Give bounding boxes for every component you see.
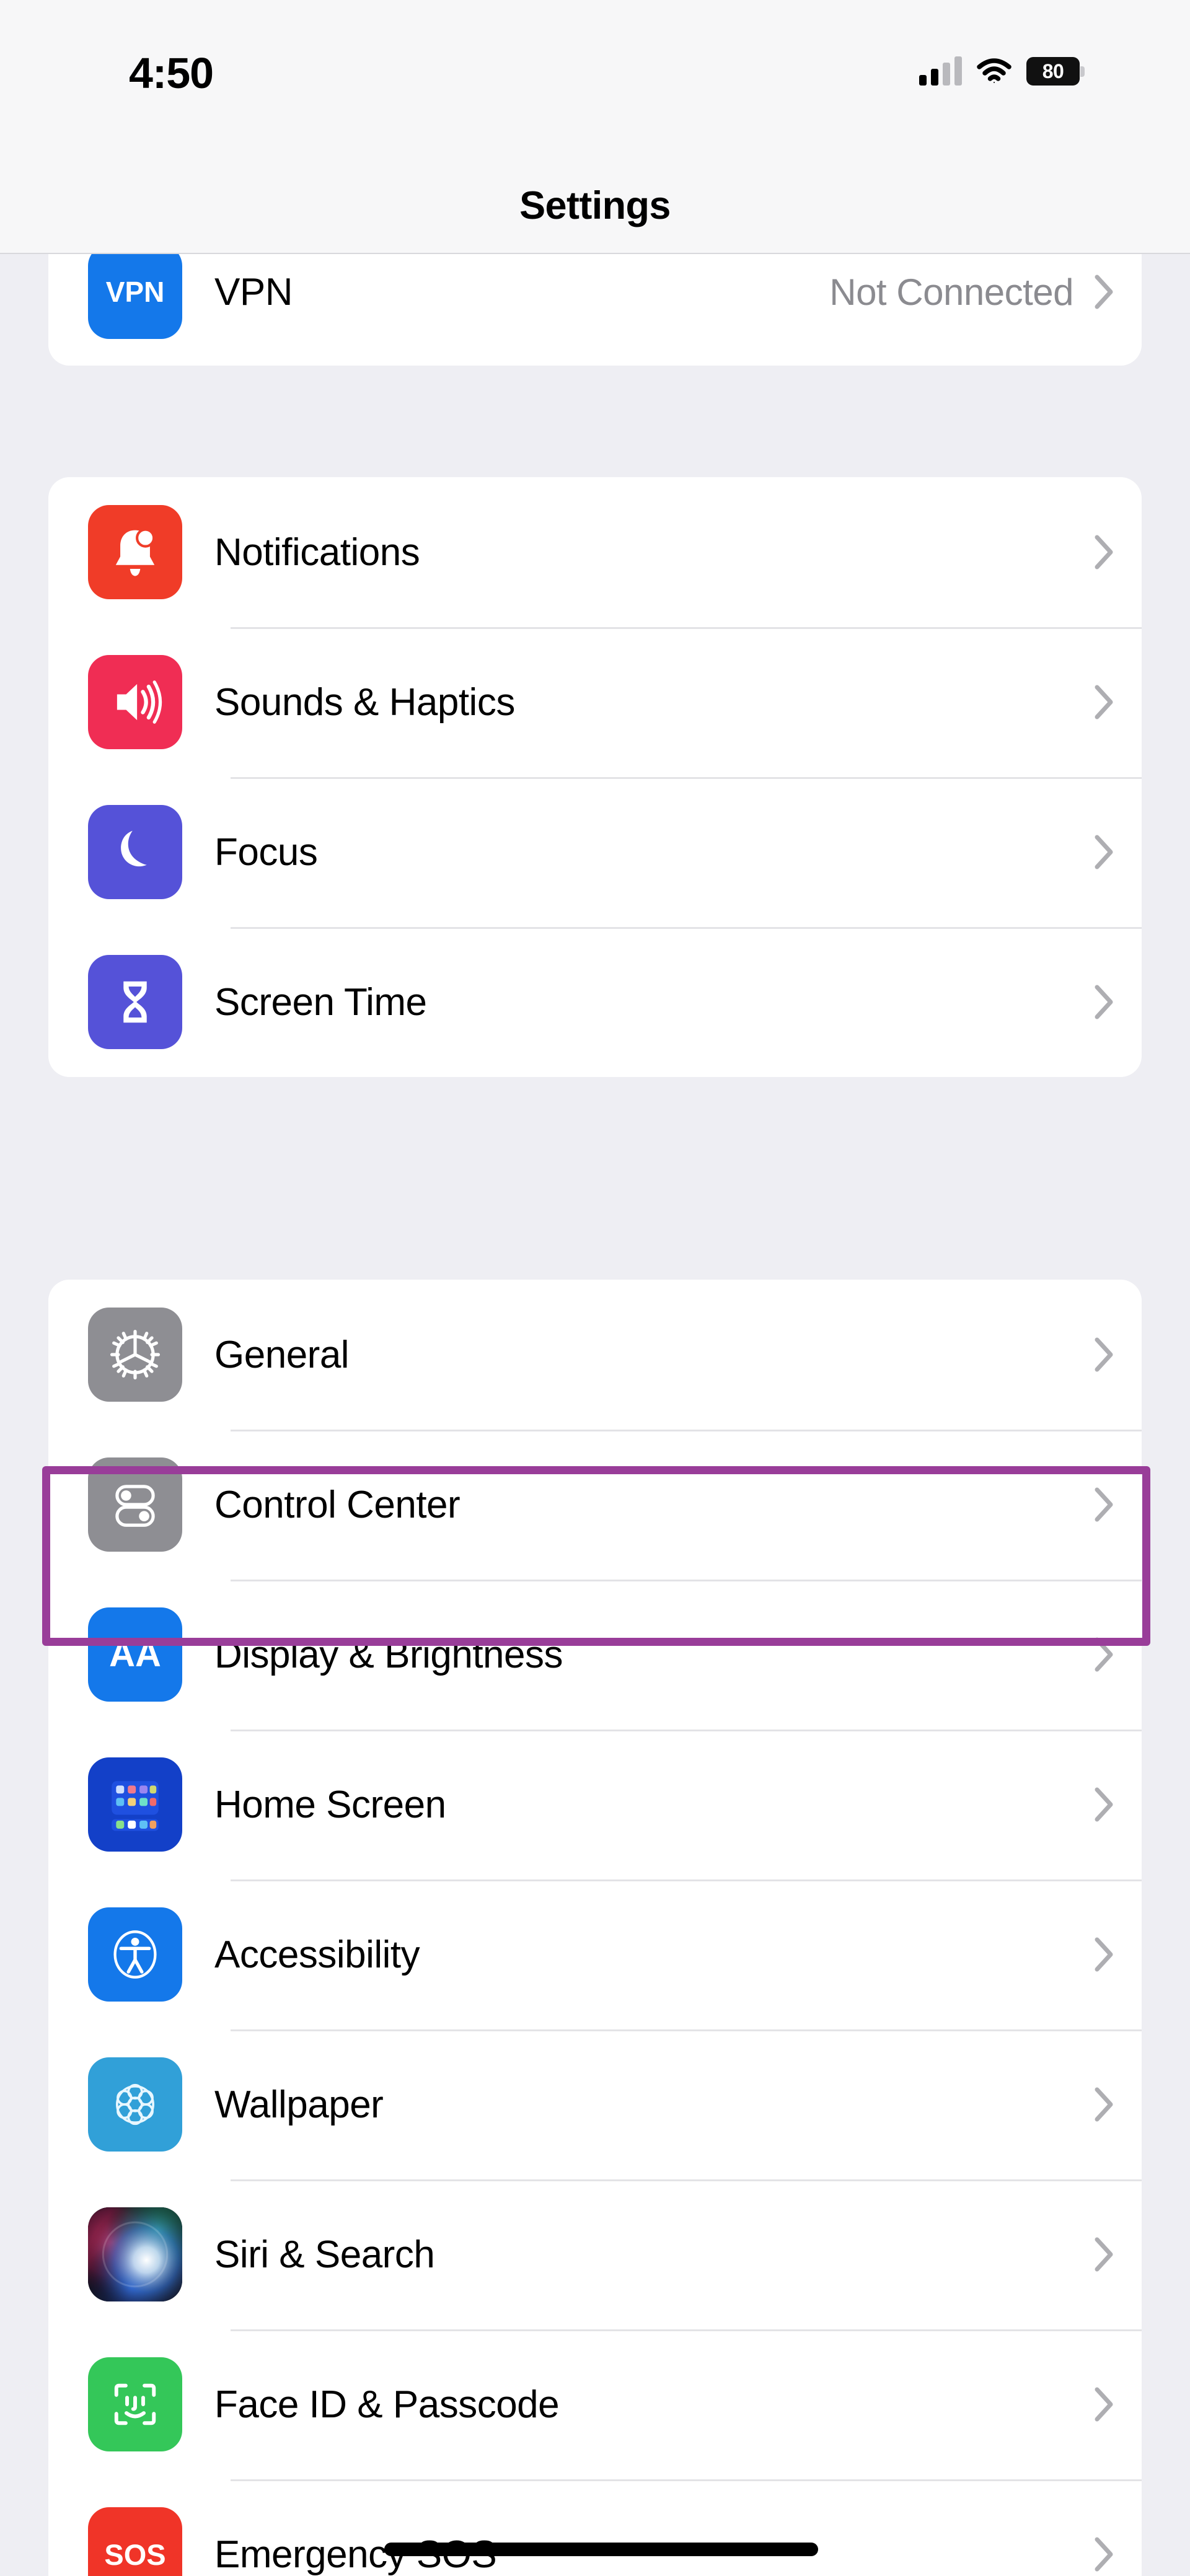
accessibility-icon <box>88 1907 182 2002</box>
settings-row-accessory <box>1095 2237 1114 2272</box>
settings-row-general[interactable]: General <box>48 1280 1142 1430</box>
chevron-right-icon <box>1095 2087 1113 2122</box>
chevron-right-icon <box>1095 985 1113 1019</box>
vpn-icon: VPN <box>88 245 182 339</box>
settings-row-accessory <box>1095 1337 1114 1372</box>
gear-icon <box>88 1308 182 1402</box>
settings-row-screen-time[interactable]: Screen Time <box>48 927 1142 1077</box>
battery-nub <box>1080 66 1085 77</box>
vpn-icon-label: VPN <box>105 276 165 308</box>
settings-row-label: Focus <box>214 830 318 874</box>
chevron-right-icon <box>1095 2537 1113 2572</box>
settings-row-emergency-sos[interactable]: SOS Emergency SOS <box>48 2479 1142 2576</box>
settings-row-accessory: Not Connected <box>829 271 1114 314</box>
system-group-card: General Control Center AA Display & Brig… <box>48 1280 1142 2576</box>
settings-row-accessory <box>1095 685 1114 719</box>
cellular-signal-icon <box>919 56 962 86</box>
navigation-bar: Settings <box>0 143 1190 254</box>
settings-row-label: General <box>214 1333 350 1376</box>
settings-row-accessory <box>1095 2387 1114 2422</box>
siri-orb-glyph <box>88 2207 182 2301</box>
chevron-right-icon <box>1095 2387 1113 2422</box>
settings-row-label: Control Center <box>214 1483 461 1526</box>
speaker-waves-icon <box>88 655 182 749</box>
home-screen-grid-glyph <box>112 1781 159 1831</box>
display-brightness-icon-label: AA <box>109 1634 161 1674</box>
bell-glyph <box>115 528 156 576</box>
display-brightness-icon: AA <box>88 1607 182 1702</box>
hourglass-icon <box>88 955 182 1049</box>
settings-row-focus[interactable]: Focus <box>48 777 1142 927</box>
wallpaper-flower-icon <box>88 2057 182 2152</box>
toggles-icon <box>88 1457 182 1552</box>
wifi-icon <box>977 58 1011 83</box>
chevron-right-icon <box>1095 1487 1113 1522</box>
settings-row-label: Face ID & Passcode <box>214 2383 560 2426</box>
iphone-settings-screen: VPN VPN Not Connected Notifications Soun… <box>0 0 1190 2576</box>
siri-orb-icon <box>88 2207 182 2301</box>
settings-row-accessory <box>1095 1487 1114 1522</box>
status-bar-indicators: 80 <box>919 56 1085 86</box>
settings-row-accessory <box>1095 2087 1114 2122</box>
settings-row-label: VPN <box>214 270 293 314</box>
chevron-right-icon <box>1095 835 1113 869</box>
settings-row-accessibility[interactable]: Accessibility <box>48 1879 1142 2029</box>
settings-row-label: Display & Brightness <box>214 1633 563 1676</box>
vpn-status-value: Not Connected <box>829 271 1073 313</box>
bell-icon <box>88 505 182 599</box>
settings-row-home-screen[interactable]: Home Screen <box>48 1730 1142 1879</box>
wallpaper-flower-glyph <box>116 2083 154 2125</box>
status-bar-time: 4:50 <box>129 49 214 97</box>
settings-row-label: Sounds & Haptics <box>214 680 515 724</box>
status-bar: 4:50 80 <box>0 0 1190 143</box>
settings-row-accessory <box>1095 985 1114 1019</box>
chevron-right-icon <box>1095 1937 1113 1972</box>
face-id-glyph <box>114 2383 156 2425</box>
settings-row-sounds-haptics[interactable]: Sounds & Haptics <box>48 627 1142 777</box>
settings-row-label: Accessibility <box>214 1933 420 1976</box>
settings-row-accessory <box>1095 835 1114 869</box>
settings-row-accessory <box>1095 535 1114 569</box>
accessibility-glyph <box>113 1930 157 1979</box>
chevron-right-icon <box>1095 535 1113 569</box>
chevron-right-icon <box>1095 1787 1113 1822</box>
chevron-right-icon <box>1095 1637 1113 1672</box>
settings-row-accessory <box>1095 1787 1114 1822</box>
chevron-right-icon <box>1095 1337 1113 1372</box>
chevron-right-icon <box>1095 685 1113 719</box>
moon-icon <box>88 805 182 899</box>
settings-row-label: Notifications <box>214 530 420 574</box>
page-title: Settings <box>519 184 671 227</box>
battery-percent-label: 80 <box>1042 60 1064 82</box>
settings-row-accessory <box>1095 2537 1114 2572</box>
settings-scroll-area[interactable]: VPN VPN Not Connected Notifications Soun… <box>0 161 1190 2576</box>
home-indicator[interactable] <box>384 2543 818 2556</box>
speaker-waves-glyph <box>117 680 162 724</box>
sos-icon: SOS <box>88 2507 182 2576</box>
settings-row-label: Screen Time <box>214 980 427 1024</box>
settings-row-label: Wallpaper <box>214 2083 384 2126</box>
settings-row-notifications[interactable]: Notifications <box>48 477 1142 627</box>
chevron-right-icon <box>1095 275 1113 309</box>
settings-row-display-brightness[interactable]: AA Display & Brightness <box>48 1580 1142 1730</box>
settings-row-label: Home Screen <box>214 1783 446 1826</box>
home-screen-grid-icon <box>88 1757 182 1852</box>
notifications-group-card: Notifications Sounds & Haptics Focus Scr… <box>48 477 1142 1077</box>
moon-glyph <box>121 830 147 867</box>
settings-row-label: Siri & Search <box>214 2233 435 2276</box>
settings-row-siri-search[interactable]: Siri & Search <box>48 2179 1142 2329</box>
chevron-right-icon <box>1095 2237 1113 2272</box>
settings-row-face-id-passcode[interactable]: Face ID & Passcode <box>48 2329 1142 2479</box>
sos-icon-label: SOS <box>104 2538 166 2571</box>
settings-row-wallpaper[interactable]: Wallpaper <box>48 2029 1142 2179</box>
hourglass-glyph <box>123 981 147 1023</box>
settings-row-control-center[interactable]: Control Center <box>48 1430 1142 1580</box>
toggles-glyph <box>115 1485 155 1527</box>
settings-row-accessory <box>1095 1637 1114 1672</box>
battery-icon: 80 <box>1026 57 1085 86</box>
gear-glyph <box>110 1329 161 1380</box>
face-id-icon <box>88 2357 182 2451</box>
settings-row-accessory <box>1095 1937 1114 1972</box>
